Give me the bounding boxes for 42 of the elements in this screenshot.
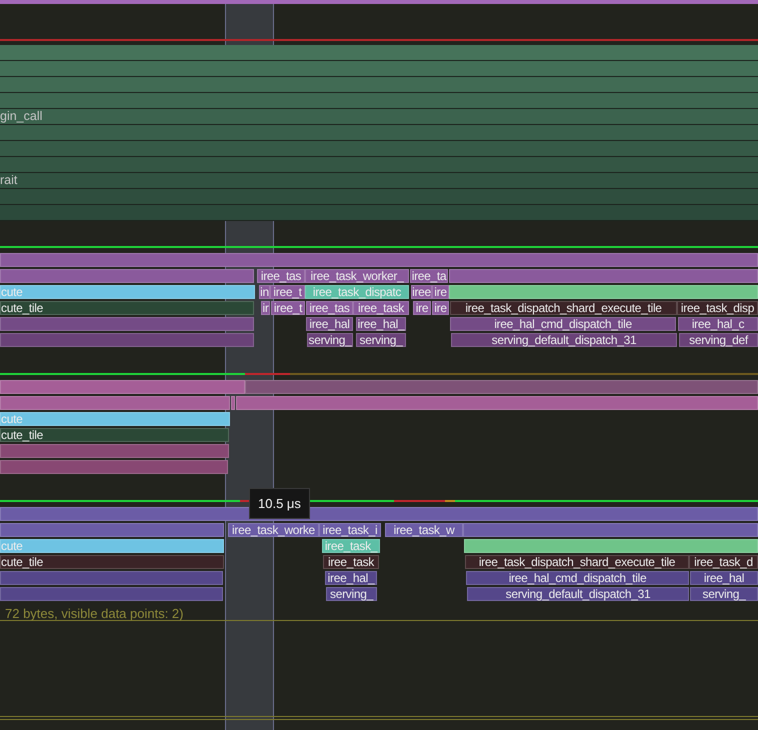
zone-bar[interactable]: iree_hal [306, 317, 353, 331]
zone-bar[interactable]: iree_task_disp [677, 301, 758, 315]
zone-bar[interactable]: serving_def [679, 333, 758, 347]
zone-bar[interactable]: serving_ [326, 587, 377, 601]
zone-bar[interactable]: cute_tile [0, 428, 229, 442]
zone-bar[interactable]: cute_tile [0, 301, 254, 315]
zone-bar[interactable]: iree_hal_cmd_dispatch_tile [450, 317, 676, 331]
zone-bar[interactable]: iree_task [353, 301, 409, 315]
zone-bar[interactable]: iree_t [270, 285, 305, 299]
zone-bar[interactable]: ire [432, 301, 449, 315]
zone-bar[interactable]: iree_t [271, 301, 305, 315]
zone-bar[interactable]: serving_ [356, 333, 406, 347]
zone-bar[interactable]: iree_task_d [689, 555, 758, 569]
zone-bar[interactable]: ire [413, 301, 431, 315]
zone-bar[interactable]: iree_hal_c [678, 317, 758, 331]
zone-bar[interactable]: iree_hal_cmd_dispatch_tile [466, 571, 689, 585]
frame-bar: rait [0, 173, 758, 189]
zone-bar[interactable]: iree_task_w [385, 523, 463, 537]
zone-bar[interactable]: iree_task_dispatch_shard_execute_tile [465, 555, 689, 569]
zone-bar[interactable]: serving_default_dispatch_31 [451, 333, 677, 347]
zone-bar[interactable]: iree_hal [690, 571, 758, 585]
zone-bar[interactable]: iree [411, 285, 432, 299]
zone-bar[interactable]: iree_tas [257, 269, 305, 283]
zone-bar[interactable]: iree_task_worker_ [305, 269, 409, 283]
zone-bar[interactable]: serving_ [690, 587, 758, 601]
frame-bar: gin_call [0, 109, 758, 125]
zone-bar[interactable]: iree_ta [410, 269, 448, 283]
plot-label: 72 bytes, visible data points: 2) [5, 606, 184, 621]
zone-bar[interactable]: ir [261, 301, 270, 315]
zone-bar[interactable]: serving_default_dispatch_31 [467, 587, 689, 601]
zone-bar[interactable]: iree_task_i [319, 523, 381, 537]
zone-bar[interactable]: iree_task_dispatch_shard_execute_tile [450, 301, 677, 315]
zone-bar[interactable]: iree_tas [306, 301, 353, 315]
zone-bar[interactable]: in [259, 285, 270, 299]
zone-bar[interactable]: serving_ [307, 333, 353, 347]
zone-bar[interactable]: ire [432, 285, 449, 299]
zone-bar[interactable]: iree_task [323, 555, 379, 569]
zone-bar[interactable]: iree_hal_ [356, 317, 406, 331]
tooltip: 10.5 μs [249, 488, 310, 519]
zone-bar[interactable]: iree_hal_ [325, 571, 377, 585]
zone-bar[interactable]: iree_task_worke [228, 523, 319, 537]
zone-bar[interactable]: cute_tile [0, 555, 224, 569]
